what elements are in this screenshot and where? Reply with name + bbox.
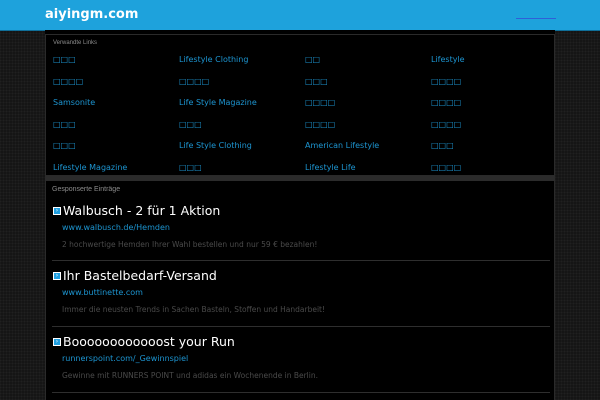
related-link[interactable]: □□□□ bbox=[431, 77, 549, 99]
related-link[interactable]: □□□ bbox=[431, 141, 549, 163]
related-link[interactable]: □□□ bbox=[53, 55, 179, 77]
top-bar: aiyingm.com bbox=[0, 0, 600, 30]
related-link[interactable]: □□□ bbox=[179, 120, 305, 142]
related-link[interactable]: □□□ bbox=[53, 120, 179, 142]
site-name[interactable]: aiyingm.com bbox=[45, 7, 138, 22]
sponsored-ad: › Walbusch - 2 für 1 Aktion www.walbusch… bbox=[52, 203, 550, 265]
related-link[interactable]: American Lifestyle bbox=[305, 141, 431, 163]
related-link[interactable]: □□□□ bbox=[305, 120, 431, 142]
related-link[interactable]: Lifestyle bbox=[431, 55, 549, 77]
sponsored-title: Gesponserte Einträge bbox=[52, 186, 121, 193]
related-links-box: Verwandte Links □□□ Lifestyle Clothing □… bbox=[45, 34, 555, 176]
header-link[interactable] bbox=[516, 13, 556, 19]
ad-divider bbox=[52, 260, 550, 261]
related-link[interactable]: Life Style Magazine bbox=[179, 98, 305, 120]
ad-title[interactable]: Boooooooooooost your Run bbox=[63, 334, 235, 349]
related-link[interactable]: Samsonite bbox=[53, 98, 179, 120]
related-link[interactable]: □□□ bbox=[305, 77, 431, 99]
ad-divider bbox=[52, 392, 550, 393]
arrow-right-icon: › bbox=[53, 338, 61, 346]
main-content: Verwandte Links □□□ Lifestyle Clothing □… bbox=[45, 30, 555, 400]
ad-divider bbox=[52, 326, 550, 327]
ad-url[interactable]: www.walbusch.de/Hemden bbox=[62, 223, 170, 232]
ad-description: Immer die neusten Trends in Sachen Baste… bbox=[62, 305, 325, 314]
ad-description: 2 hochwertige Hemden Ihrer Wahl bestelle… bbox=[62, 240, 318, 249]
sponsored-ad: › Boooooooooooost your Run runnerspoint.… bbox=[52, 334, 550, 396]
ad-url[interactable]: www.buttinette.com bbox=[62, 288, 143, 297]
related-link[interactable]: Lifestyle Clothing bbox=[179, 55, 305, 77]
sponsored-ad: › Ihr Bastelbedarf-Versand www.buttinett… bbox=[52, 268, 550, 330]
ad-description: Gewinne mit RUNNERS POINT und adidas ein… bbox=[62, 371, 318, 380]
related-links-grid: □□□ Lifestyle Clothing □□ Lifestyle □□□□… bbox=[53, 55, 549, 184]
related-link[interactable]: □□□□ bbox=[431, 98, 549, 120]
sponsored-box: Gesponserte Einträge › Walbusch - 2 für … bbox=[45, 181, 555, 400]
arrow-right-icon: › bbox=[53, 272, 61, 280]
arrow-right-icon: › bbox=[53, 207, 61, 215]
related-link[interactable]: □□□ bbox=[53, 141, 179, 163]
ad-url[interactable]: runnerspoint.com/_Gewinnspiel bbox=[62, 354, 188, 363]
ad-title[interactable]: Ihr Bastelbedarf-Versand bbox=[63, 268, 217, 283]
related-link[interactable]: □□□□ bbox=[305, 98, 431, 120]
related-link[interactable]: Life Style Clothing bbox=[179, 141, 305, 163]
related-links-title: Verwandte Links bbox=[53, 40, 98, 46]
related-link[interactable]: □□□□ bbox=[53, 77, 179, 99]
related-link[interactable]: □□□□ bbox=[179, 77, 305, 99]
related-link[interactable]: □□□□ bbox=[431, 120, 549, 142]
ad-title[interactable]: Walbusch - 2 für 1 Aktion bbox=[63, 203, 220, 218]
related-link[interactable]: □□ bbox=[305, 55, 431, 77]
